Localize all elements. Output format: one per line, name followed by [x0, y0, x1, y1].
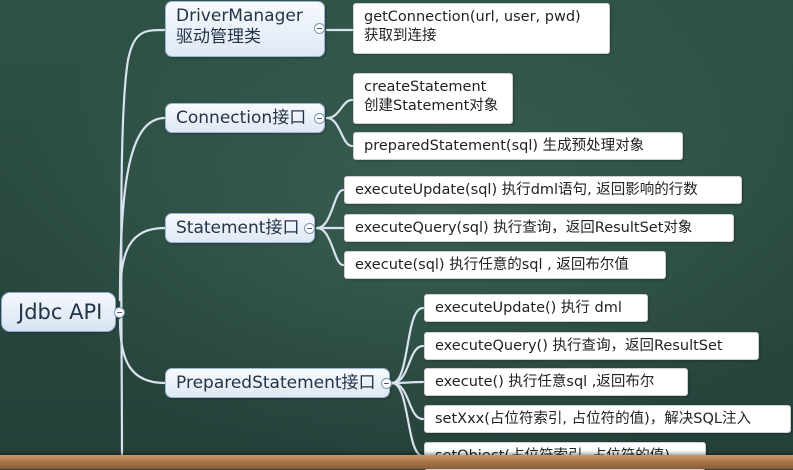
connector-root-to-connection — [118, 116, 167, 302]
connector-connection-child-2 — [325, 116, 354, 148]
leaf-line: executeQuery() 执行查询，返回ResultSet — [435, 338, 723, 354]
leaf-line: 创建Statement对象 — [364, 98, 499, 114]
leaf-prepared-statement-method[interactable]: preparedStatement(sql) 生成预处理对象 — [353, 132, 683, 160]
statement-collapse-toggle[interactable] — [304, 223, 315, 234]
leaf-prepared-set-xxx[interactable]: setXxx(占位符索引, 占位符的值)，解决SQL注入 — [424, 405, 791, 433]
connection-collapse-toggle[interactable] — [314, 113, 325, 124]
category-connection[interactable]: Connection接口 — [165, 103, 325, 133]
leaf-statement-execute-update[interactable]: executeUpdate(sql) 执行dml语句, 返回影响的行数 — [344, 176, 742, 204]
connector-statement-child-1 — [315, 188, 345, 230]
leaf-line: 获取到连接 — [364, 28, 437, 44]
root-node-jdbc-api[interactable]: Jdbc API — [1, 292, 116, 332]
category-title: Statement接口 — [176, 218, 300, 238]
leaf-line: preparedStatement(sql) 生成预处理对象 — [364, 138, 645, 154]
category-title: DriverManager — [176, 6, 303, 26]
prepared-statement-collapse-toggle[interactable] — [381, 378, 392, 389]
category-subtitle: 驱动管理类 — [176, 27, 261, 47]
category-statement[interactable]: Statement接口 — [165, 213, 315, 243]
leaf-get-connection[interactable]: getConnection(url, user, pwd) 获取到连接 — [353, 3, 610, 54]
leaf-prepared-execute[interactable]: execute() 执行任意sql ,返回布尔 — [424, 368, 688, 396]
connector-prepared-child-1 — [390, 306, 425, 385]
leaf-create-statement[interactable]: createStatement 创建Statement对象 — [353, 73, 513, 124]
category-title: Connection接口 — [176, 108, 307, 128]
leaf-prepared-execute-update[interactable]: executeUpdate() 执行 dml — [424, 294, 648, 322]
chalkboard-frame-bottom — [0, 455, 793, 469]
leaf-line: setXxx(占位符索引, 占位符的值)，解决SQL注入 — [435, 411, 751, 427]
root-collapse-toggle[interactable] — [114, 307, 125, 318]
root-node-label: Jdbc API — [18, 300, 103, 324]
connector-connection-child-1 — [325, 98, 354, 120]
driver-manager-collapse-toggle[interactable] — [314, 23, 325, 34]
leaf-statement-execute-query[interactable]: executeQuery(sql) 执行查询，返回ResultSet对象 — [344, 214, 734, 242]
leaf-line: executeUpdate() 执行 dml — [435, 300, 622, 316]
leaf-line: executeQuery(sql) 执行查询，返回ResultSet对象 — [355, 220, 693, 236]
category-title: PreparedStatement接口 — [176, 373, 376, 393]
leaf-line: getConnection(url, user, pwd) — [364, 9, 581, 25]
leaf-statement-execute[interactable]: execute(sql) 执行任意的sql , 返回布尔值 — [344, 251, 666, 279]
leaf-prepared-execute-query[interactable]: executeQuery() 执行查询，返回ResultSet — [424, 332, 759, 360]
leaf-line: execute() 执行任意sql ,返回布尔 — [435, 374, 655, 390]
connector-prepared-child-5 — [390, 381, 425, 458]
category-driver-manager[interactable]: DriverManager 驱动管理类 — [165, 1, 325, 57]
leaf-line: execute(sql) 执行任意的sql , 返回布尔值 — [355, 257, 629, 273]
leaf-line: executeUpdate(sql) 执行dml语句, 返回影响的行数 — [355, 182, 698, 198]
connector-root-to-prepared-statement — [118, 318, 167, 385]
connector-root-to-statement — [118, 226, 167, 302]
leaf-line: createStatement — [364, 79, 487, 95]
connector-statement-child-3 — [315, 226, 345, 267]
category-prepared-statement[interactable]: PreparedStatement接口 — [165, 368, 390, 398]
